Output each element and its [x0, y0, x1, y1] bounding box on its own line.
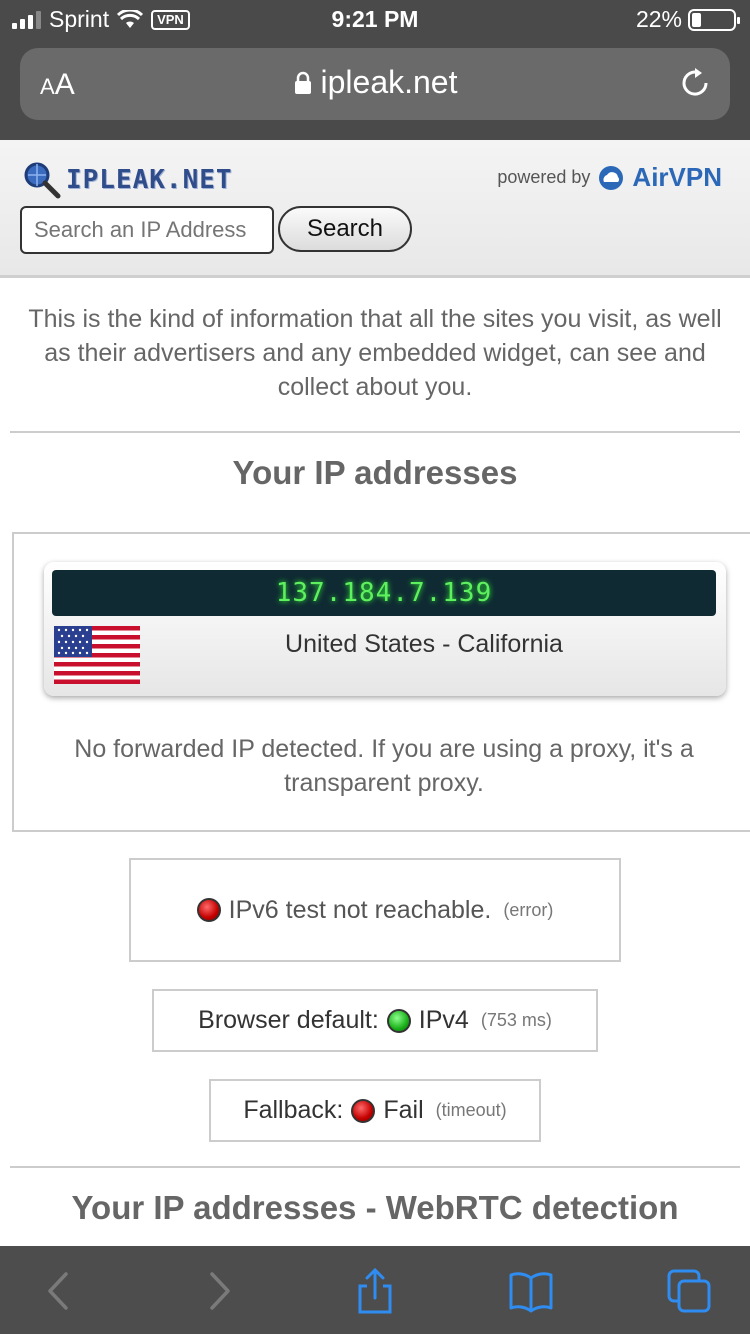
url-text: ipleak.net: [320, 64, 458, 100]
ip-section-title: Your IP addresses: [232, 454, 518, 491]
divider: [10, 1166, 740, 1168]
browser-default-label: Browser default:: [198, 1006, 379, 1034]
fallback-box: Fallback: Fail (timeout): [209, 1079, 541, 1142]
forward-icon[interactable]: [196, 1268, 242, 1314]
site-header: IPLEAK.NET powered by AirVPN Search: [0, 140, 750, 278]
magnifier-globe-icon: [24, 162, 61, 199]
ip-address-value[interactable]: 137.184.7.139: [52, 570, 716, 616]
url-field[interactable]: ipleak.net: [20, 64, 730, 101]
ip-search-input[interactable]: [20, 206, 274, 254]
browser-default-box: Browser default: IPv4 (753 ms): [152, 989, 598, 1052]
logo-text: IPLEAK.NET: [66, 165, 233, 195]
ip-card: 137.184.7.139 United States - California: [44, 562, 726, 696]
webrtc-section-title: Your IP addresses - WebRTC detection: [71, 1189, 679, 1226]
ipv6-test-text: IPv6 test not reachable.: [228, 895, 492, 924]
airvpn-logo-icon: [599, 165, 624, 190]
status-dot-icon: [386, 1008, 411, 1033]
battery-icon: [688, 8, 740, 31]
powered-by[interactable]: powered by AirVPN: [497, 162, 722, 193]
browser-chrome: Sprint VPN 9:21 PM 22% AA ipleak.net: [0, 0, 750, 140]
battery-percent: 22%: [635, 6, 682, 32]
tabs-icon[interactable]: [666, 1268, 712, 1314]
airvpn-brand: AirVPN: [632, 162, 722, 192]
back-icon[interactable]: [36, 1268, 82, 1314]
lock-icon: [294, 71, 311, 94]
share-icon[interactable]: [352, 1268, 398, 1314]
screen: Sprint VPN 9:21 PM 22% AA ipleak.net IPL…: [0, 0, 750, 1334]
ipleak-logo[interactable]: IPLEAK.NET: [22, 160, 233, 200]
ip-location: United States - California: [285, 630, 563, 658]
browser-toolbar: [0, 1246, 750, 1334]
reload-icon[interactable]: [678, 66, 712, 100]
us-flag-icon: [54, 626, 140, 684]
forwarded-ip-note: No forwarded IP detected. If you are usi…: [74, 735, 694, 797]
intro-text: This is the kind of information that all…: [28, 305, 722, 401]
ipv6-test-status: (error): [503, 899, 554, 920]
search-button[interactable]: Search: [278, 206, 412, 252]
browser-default-value: IPv4: [418, 1006, 469, 1034]
address-bar[interactable]: AA ipleak.net: [20, 48, 730, 120]
powered-by-label: powered by: [497, 167, 591, 187]
status-dot-icon: [351, 1098, 376, 1123]
browser-default-detail: (753 ms): [480, 1010, 552, 1030]
fallback-detail: (timeout): [435, 1100, 507, 1120]
status-dot-icon: [196, 898, 221, 922]
divider: [10, 431, 740, 433]
bookmarks-icon[interactable]: [508, 1268, 554, 1314]
ipv6-test-box: IPv6 test not reachable. (error): [129, 858, 621, 962]
fallback-label: Fallback:: [243, 1096, 344, 1124]
status-right: 22%: [635, 6, 740, 33]
ip-address-panel: 137.184.7.139 United States - California…: [12, 532, 750, 832]
fallback-value: Fail: [383, 1096, 424, 1124]
